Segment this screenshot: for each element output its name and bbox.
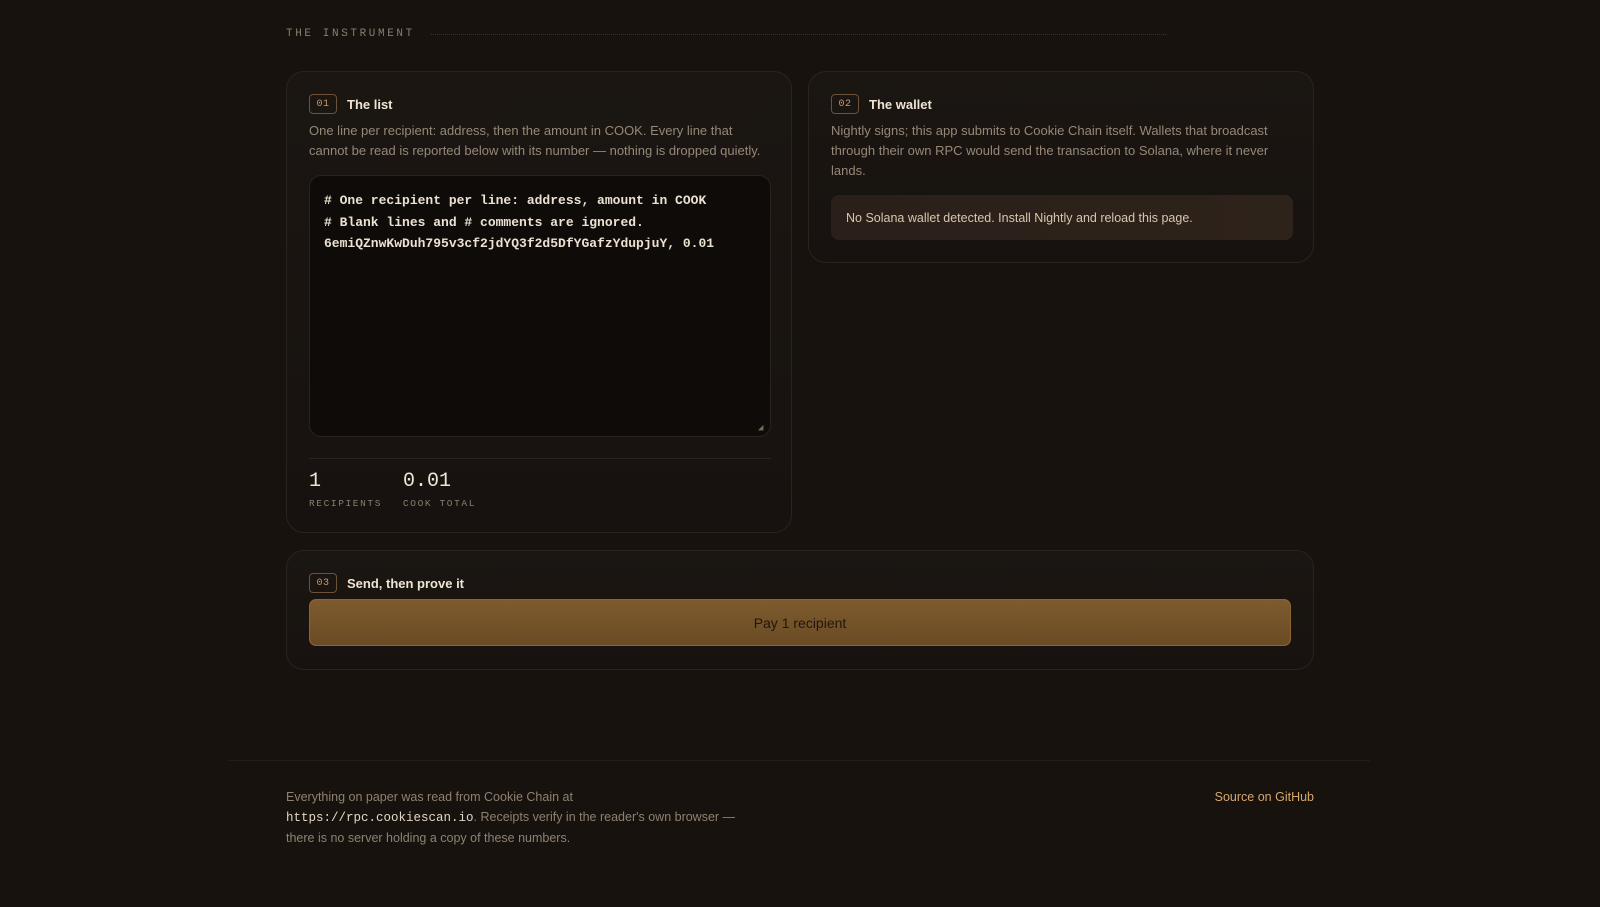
list-card-title: 01 The list	[309, 94, 393, 114]
list-card: 01 The list One line per recipient: addr…	[286, 71, 792, 533]
recipients-stat: 1 RECIPIENTS	[309, 470, 382, 509]
stats-divider	[309, 458, 771, 459]
cook-total-label: COOK TOTAL	[403, 498, 477, 509]
list-card-heading: The list	[347, 96, 393, 112]
wallet-card-title: 02 The wallet	[831, 94, 932, 114]
footer-text-before: Everything on paper was read from Cookie…	[286, 790, 573, 804]
recipients-label: RECIPIENTS	[309, 498, 383, 509]
rpc-url: https://rpc.cookiescan.io	[286, 811, 474, 825]
recipients-textarea[interactable]: # One recipient per line: address, amoun…	[309, 175, 771, 437]
cook-total-value: 0.01	[403, 470, 452, 493]
footer-divider	[228, 760, 1370, 761]
source-github-link[interactable]: Source on GitHub	[1215, 787, 1314, 807]
wallet-card-heading: The wallet	[869, 96, 932, 112]
step-badge: 03	[309, 573, 337, 593]
send-card-heading: Send, then prove it	[347, 575, 465, 591]
list-card-description: One line per recipient: address, then th…	[309, 123, 761, 158]
resize-handle-icon[interactable]: ◢	[758, 424, 766, 433]
wallet-status-notice: No Solana wallet detected. Install Night…	[831, 195, 1293, 240]
footer-note: Everything on paper was read from Cookie…	[286, 787, 746, 848]
recipients-textarea-value: # One recipient per line: address, amoun…	[324, 193, 715, 251]
step-badge: 01	[309, 94, 337, 114]
section-divider	[430, 33, 1166, 35]
pay-button[interactable]: Pay 1 recipient	[309, 599, 1291, 646]
wallet-card: 02 The wallet Nightly signs; this app su…	[808, 71, 1314, 263]
section-header: THE INSTRUMENT	[286, 28, 1166, 40]
total-stat: 0.01 COOK TOTAL	[403, 470, 476, 509]
step-badge: 02	[831, 94, 859, 114]
send-card-title: 03 Send, then prove it	[309, 573, 464, 593]
recipients-count: 1	[309, 470, 322, 493]
send-card: 03 Send, then prove it Pay 1 recipient	[286, 550, 1314, 670]
wallet-card-description: Nightly signs; this app submits to Cooki…	[831, 123, 1269, 178]
section-label: THE INSTRUMENT	[286, 28, 415, 40]
